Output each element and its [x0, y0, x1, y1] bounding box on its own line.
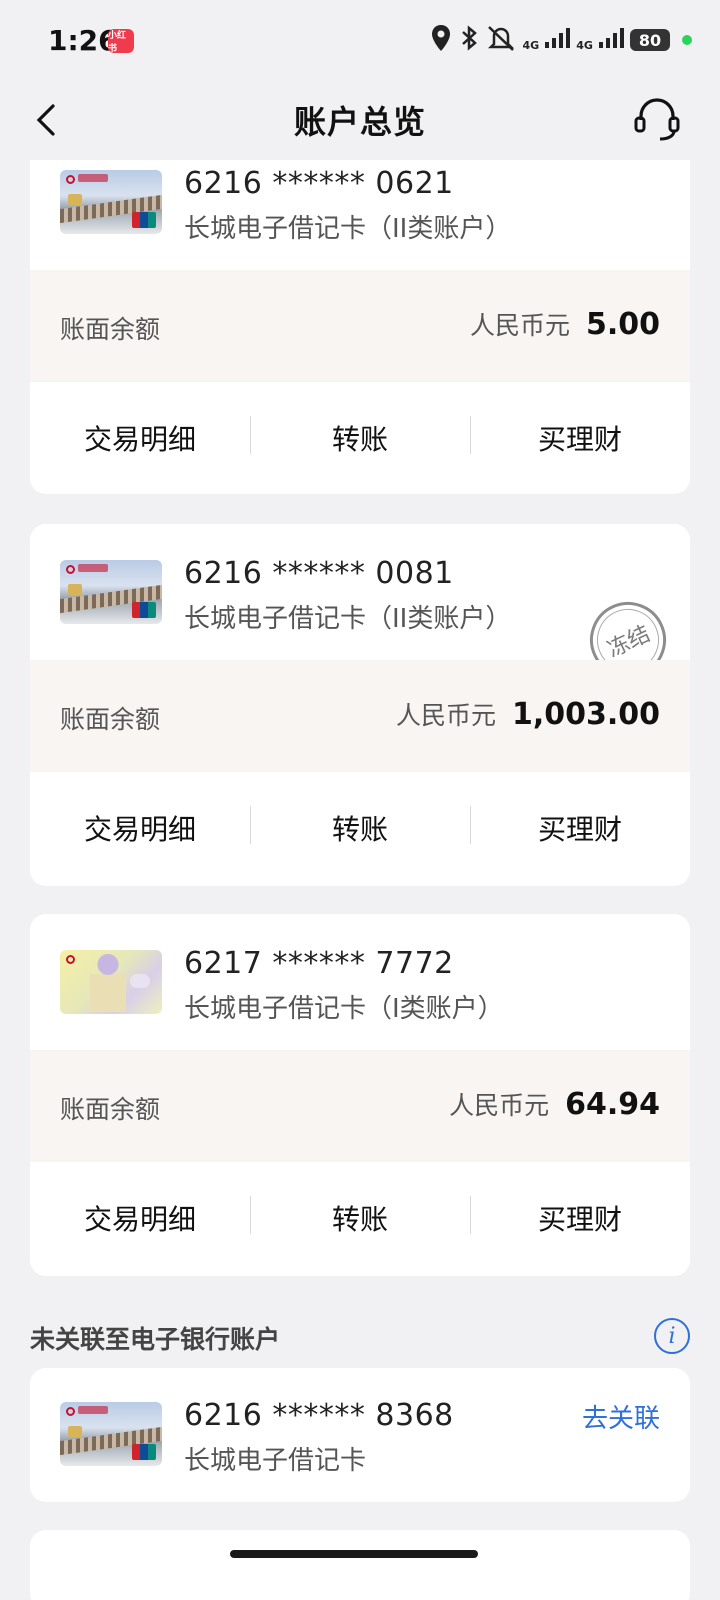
- back-button[interactable]: [26, 98, 66, 142]
- account-type: 长城电子借记卡（I类账户）: [184, 994, 504, 1024]
- link-account-button[interactable]: 去关联: [582, 1398, 660, 1435]
- headset-icon: [634, 98, 680, 141]
- page-title: 账户总览: [293, 103, 426, 141]
- nav-header: 账户总览: [0, 80, 720, 160]
- boc-logo-icon: [66, 1407, 75, 1416]
- boc-logo-icon: [66, 175, 75, 184]
- chip-icon: [68, 194, 82, 205]
- account-card: 6216 ****** 0081 长城电子借记卡（II类账户） 冻结 账面余额 …: [30, 524, 690, 886]
- buy-wealth-button[interactable]: 买理财: [470, 1196, 690, 1238]
- unlinked-account-card: 6216 ****** 8368 长城电子借记卡 去关联: [30, 1368, 690, 1502]
- card-actions: 交易明细 转账 买理财: [30, 1162, 690, 1274]
- balance-row: 账面余额 人民币元 1,003.00: [30, 660, 690, 772]
- card-actions: 交易明细 转账 买理财: [30, 772, 690, 884]
- location-icon: [430, 24, 452, 56]
- transaction-details-button[interactable]: 交易明细: [30, 418, 250, 458]
- unionpay-icon: [132, 1444, 156, 1460]
- transfer-button[interactable]: 转账: [250, 1196, 470, 1238]
- card-info: 6216 ****** 0081 长城电子借记卡（II类账户） 冻结: [30, 524, 690, 691]
- battery-icon: 80: [630, 29, 670, 51]
- currency-label: 人民币元: [449, 1091, 550, 1120]
- balance-amount: 1,003.00: [511, 697, 660, 732]
- transfer-button[interactable]: 转账: [250, 416, 470, 458]
- balance-label: 账面余额: [60, 1095, 161, 1124]
- mute-bell-icon: [486, 24, 516, 56]
- account-type: 长城电子借记卡（II类账户）: [184, 214, 512, 244]
- status-icons: 4G 4G 80: [430, 24, 692, 56]
- card-image: [60, 950, 162, 1014]
- balance-row: 账面余额 人民币元 64.94: [30, 1050, 690, 1162]
- customer-service-button[interactable]: [632, 94, 682, 144]
- balance-amount: 5.00: [585, 307, 660, 342]
- back-arrow-icon: [36, 104, 55, 136]
- boc-logo-icon: [66, 565, 75, 574]
- card-image: [60, 1402, 162, 1466]
- account-number: 6216 ****** 8368: [184, 1398, 454, 1433]
- card-info: 6216 ****** 0621 长城电子借记卡（II类账户）: [30, 160, 690, 270]
- chip-icon: [68, 584, 82, 595]
- status-bar: 1:26 小红书 4G 4G 80: [0, 0, 720, 80]
- account-type: 长城电子借记卡: [184, 1446, 367, 1476]
- balance-label: 账面余额: [60, 705, 161, 734]
- account-number: 6216 ****** 0081: [184, 556, 454, 591]
- next-card-peek: [30, 1530, 690, 1600]
- home-indicator[interactable]: [230, 1550, 478, 1558]
- card-image: [60, 170, 162, 234]
- transfer-button[interactable]: 转账: [250, 806, 470, 848]
- buy-wealth-button[interactable]: 买理财: [470, 416, 690, 458]
- account-card: 6217 ****** 7772 长城电子借记卡（I类账户） 账面余额 人民币元…: [30, 914, 690, 1276]
- signal-icon-2: 4G: [576, 27, 624, 53]
- chip-icon: [68, 1426, 82, 1437]
- balance-amount: 64.94: [565, 1087, 660, 1122]
- account-number: 6217 ****** 7772: [184, 946, 454, 981]
- balance-label: 账面余额: [60, 315, 161, 344]
- card-image: [60, 560, 162, 624]
- transaction-details-button[interactable]: 交易明细: [30, 1198, 250, 1238]
- boc-logo-icon: [66, 955, 75, 964]
- bluetooth-icon: [458, 24, 480, 56]
- xiaohongshu-app-icon: 小红书: [108, 29, 134, 54]
- account-number: 6216 ****** 0621: [184, 166, 454, 201]
- card-actions: 交易明细 转账 买理财: [30, 382, 690, 494]
- currency-label: 人民币元: [395, 701, 496, 730]
- info-icon[interactable]: i: [654, 1318, 690, 1354]
- account-type: 长城电子借记卡（II类账户）: [184, 604, 512, 634]
- account-card: 6216 ****** 0621 长城电子借记卡（II类账户） 账面余额 人民币…: [30, 160, 690, 494]
- currency-label: 人民币元: [469, 311, 570, 340]
- unionpay-icon: [132, 602, 156, 618]
- card-info: 6217 ****** 7772 长城电子借记卡（I类账户）: [30, 914, 690, 1050]
- buy-wealth-button[interactable]: 买理财: [470, 806, 690, 848]
- signal-icon-1: 4G: [522, 27, 571, 53]
- unlinked-section-title: 未关联至电子银行账户: [30, 1325, 281, 1354]
- transaction-details-button[interactable]: 交易明细: [30, 808, 250, 848]
- balance-row: 账面余额 人民币元 5.00: [30, 270, 690, 382]
- unionpay-icon: [132, 212, 156, 228]
- chip-icon: [130, 974, 150, 988]
- charging-dot: [682, 35, 692, 45]
